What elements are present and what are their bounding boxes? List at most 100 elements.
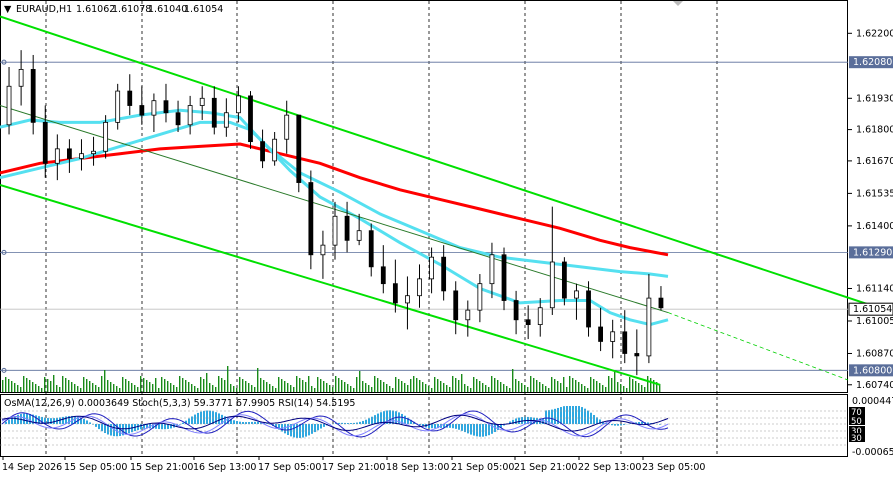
volume-bar <box>512 369 513 392</box>
volume-bar <box>629 377 630 392</box>
candle-body <box>104 122 108 151</box>
candle-body <box>248 96 252 142</box>
volume-bar <box>311 386 312 392</box>
time-label: 17 Sep 05:00 <box>258 462 321 473</box>
volume-bar <box>227 366 228 392</box>
chart-window[interactable]: 70503030 ▼ EURAUD,H1 1.61062 1.61078 1.6… <box>0 0 893 477</box>
time-label: 23 Sep 05:00 <box>642 462 705 473</box>
osma-bar <box>338 423 340 424</box>
volume-bar <box>314 388 315 392</box>
volume-bar <box>530 376 531 392</box>
volume-bar <box>215 387 216 392</box>
high-value: 1.61078 <box>112 4 151 15</box>
osma-bar <box>431 424 433 428</box>
indicator-title: OsMA(12,26,9) 0.0003649 Stoch(5,3,3) 59.… <box>4 398 355 409</box>
volume-bar <box>479 381 480 392</box>
volume-bar <box>527 387 528 392</box>
osma-bar <box>482 424 484 437</box>
time-axis[interactable]: 14 Sep 202615 Sep 05:0015 Sep 21:0016 Se… <box>2 456 705 473</box>
osma-bar <box>434 424 436 428</box>
volume-bar <box>29 380 30 392</box>
volume-bar <box>374 376 375 392</box>
candle-body <box>526 320 530 325</box>
volume-bar <box>41 388 42 392</box>
candle-body <box>647 298 651 356</box>
volume-bar <box>38 386 39 392</box>
volume-bar <box>173 385 174 392</box>
candle-body <box>478 284 482 310</box>
volume-bar <box>650 378 651 392</box>
candle-body <box>587 291 591 327</box>
volume-bar <box>230 384 231 392</box>
volume-bar <box>71 382 72 392</box>
price-label: 1.61140 <box>856 283 893 294</box>
volume-bar <box>134 385 135 392</box>
volume-bar <box>503 384 504 392</box>
indicator-level-text: 50 <box>851 417 862 427</box>
candle-body <box>333 216 337 245</box>
candle-body <box>116 91 120 122</box>
candle-body <box>405 296 409 303</box>
osma-bar <box>254 422 256 424</box>
osma-bar <box>194 415 196 424</box>
volume-bar <box>224 380 225 392</box>
volume-bar <box>356 377 357 392</box>
osma-bar <box>551 410 553 424</box>
price-axis[interactable]: 1.622001.619301.618001.616701.615351.614… <box>848 28 893 390</box>
indicator-top-label: 0.000447 <box>852 396 893 407</box>
volume-bar <box>476 379 477 392</box>
candle-body <box>188 106 192 125</box>
osma-bar <box>572 406 574 424</box>
volume-bar <box>380 380 381 392</box>
volume-bar <box>491 376 492 392</box>
osma-bar <box>197 413 199 424</box>
volume-bar <box>617 382 618 392</box>
volume-bar <box>464 384 465 392</box>
osma-bar <box>554 409 556 424</box>
volume-bar <box>80 388 81 392</box>
volume-bar <box>221 378 222 392</box>
osma-bar <box>5 422 7 424</box>
osma-bar <box>29 414 31 424</box>
volume-bar <box>209 383 210 392</box>
osma-bar <box>560 407 562 424</box>
volume-bar <box>167 381 168 392</box>
indicator-level-text: 30 <box>851 434 862 444</box>
candle-body <box>369 231 373 267</box>
price-label: 1.61005 <box>856 316 893 327</box>
volume-bar <box>509 388 510 392</box>
volume-bar <box>536 380 537 392</box>
osma-bar <box>164 424 166 429</box>
osma-bar <box>485 424 487 436</box>
volume-bar <box>626 388 627 392</box>
volume-bar <box>161 377 162 392</box>
candle-body <box>128 91 132 105</box>
volume-bar <box>146 380 147 392</box>
osma-bar <box>404 416 406 424</box>
osma-bar <box>458 424 460 430</box>
time-label: 16 Sep 13:00 <box>193 462 256 473</box>
osma-bar <box>578 406 580 424</box>
osma-bar <box>140 424 142 429</box>
osma-bar <box>305 424 307 437</box>
volume-bar <box>521 383 522 392</box>
candle-body <box>261 142 265 161</box>
volume-bar <box>425 384 426 392</box>
volume-bar <box>584 386 585 392</box>
osma-bar <box>596 417 598 424</box>
volume-bar <box>386 384 387 392</box>
dropdown-arrow-icon[interactable]: ▼ <box>4 4 12 15</box>
volume-bar <box>290 385 291 392</box>
time-label: 15 Sep 21:00 <box>130 462 193 473</box>
osma-bar <box>242 422 244 424</box>
volume-bar <box>596 381 597 392</box>
volume-bar <box>323 381 324 392</box>
time-label: 17 Sep 21:00 <box>322 462 385 473</box>
symbol-label: EURAUD,H1 <box>16 4 72 15</box>
osma-bar <box>563 406 565 424</box>
volume-bar <box>248 383 249 392</box>
volume-bar <box>176 387 177 392</box>
volume-bar <box>383 382 384 392</box>
volume-bar <box>35 384 36 392</box>
chart-canvas[interactable]: 70503030 ▼ EURAUD,H1 1.61062 1.61078 1.6… <box>0 0 893 477</box>
